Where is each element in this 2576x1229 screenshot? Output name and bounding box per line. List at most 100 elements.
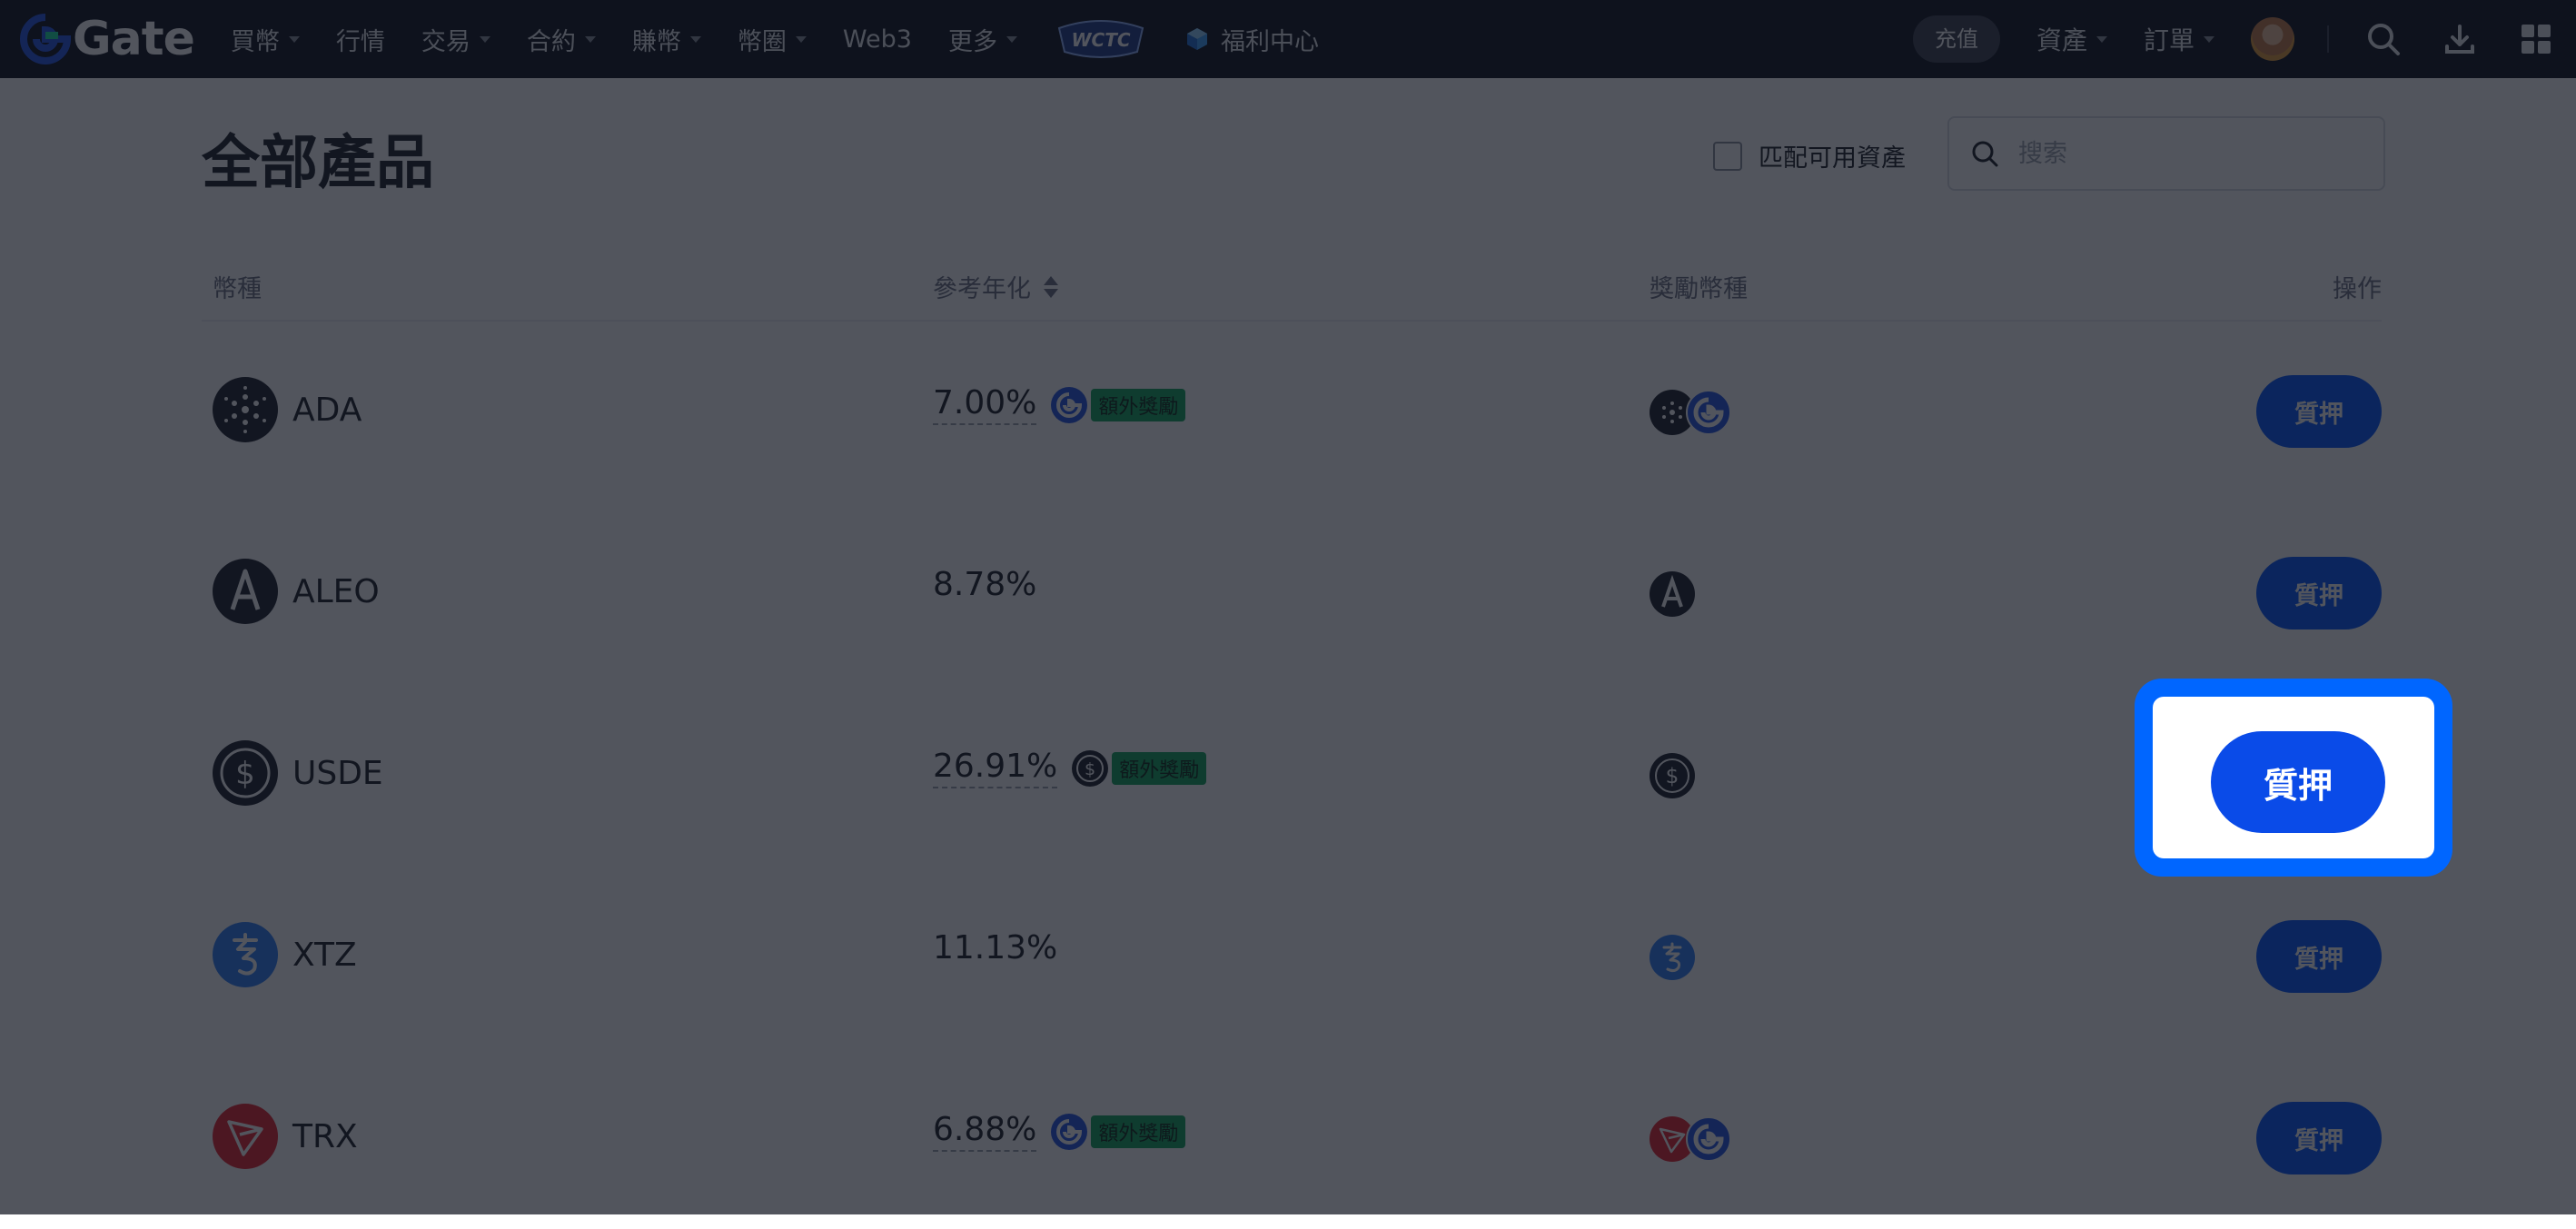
nav-label: 幣圈 (737, 27, 787, 56)
grid-menu-icon[interactable] (2518, 21, 2554, 57)
nav-assets[interactable]: 資產 (2036, 21, 2107, 57)
wctc-text: WCTC (1071, 29, 1130, 51)
header-action: 操作 (2333, 275, 2382, 303)
apy-cell: 6.88% 額外獎勵 (933, 1111, 1186, 1152)
nav-earn[interactable]: 賺幣 (632, 22, 701, 57)
caret-down-icon (795, 35, 807, 43)
table-row: ADA 7.00% 額外獎勵 質押 (202, 321, 2382, 502)
highlight-frame: 質押 (2135, 679, 2452, 877)
apy-value: 8.78% (933, 566, 1037, 603)
header-apy[interactable]: 參考年化 (933, 269, 1058, 304)
coin-cell: TRX (213, 1104, 358, 1169)
stake-button[interactable]: 質押 (2256, 920, 2382, 993)
trx-icon (213, 1104, 278, 1169)
welfare-label: 福利中心 (1220, 27, 1319, 56)
header-reward: 獎勵幣種 (1650, 275, 1748, 303)
avatar[interactable] (2251, 17, 2294, 61)
nav-futures[interactable]: 合約 (527, 22, 596, 57)
coin-name: XTZ (292, 936, 357, 974)
nav-web3[interactable]: Web3 (843, 25, 912, 54)
gate-logo-icon (20, 14, 71, 64)
coin-cell: $ USDE (213, 740, 383, 806)
reward-cell (1650, 571, 1695, 617)
nav-more[interactable]: 更多 (948, 22, 1017, 57)
reward-cell (1650, 390, 1731, 435)
nav-buy-crypto[interactable]: 買幣 (231, 22, 300, 57)
apy-cell: 8.78% (933, 566, 1036, 603)
aleo-icon (213, 559, 278, 624)
deposit-button[interactable]: 充值 (1912, 15, 2000, 63)
apy-value[interactable]: 26.91% (933, 748, 1058, 788)
match-checkbox[interactable] (1713, 141, 1742, 171)
highlighted-stake-button[interactable]: 質押 (2211, 731, 2385, 833)
header-apy-label: 參考年化 (933, 275, 1031, 303)
download-icon[interactable] (2442, 21, 2478, 57)
right-nav: 充值 資產 訂單 (1912, 0, 2576, 78)
coin-cell: XTZ (213, 922, 357, 987)
svg-text:$: $ (235, 756, 255, 792)
svg-text:$: $ (1666, 765, 1679, 788)
nav-label: 賺幣 (631, 27, 681, 56)
nav-label: Web3 (842, 25, 912, 54)
stake-button[interactable]: 質押 (2256, 1102, 2382, 1174)
bonus-badge: 額外獎勵 (1091, 1115, 1186, 1148)
search-icon[interactable] (2365, 21, 2402, 57)
apy-value[interactable]: 7.00% (933, 384, 1037, 425)
top-navbar: Gate 買幣 行情 交易 合約 賺幣 幣圈 Web3 更多 WCTC 福利中心… (0, 0, 2576, 78)
coin-cell: ADA (213, 377, 362, 442)
search-icon (1972, 141, 1998, 167)
match-available-assets[interactable]: 匹配可用資產 (1713, 138, 1906, 173)
page-title: 全部產品 (202, 130, 434, 197)
apy-cell: 26.91% $ 額外獎勵 (933, 748, 1207, 788)
ada-icon (213, 377, 278, 442)
stake-button[interactable]: 質押 (2256, 375, 2382, 448)
usde-icon: $ (213, 740, 278, 806)
nav-trade[interactable]: 交易 (421, 22, 490, 57)
stake-button[interactable]: 質押 (2256, 557, 2382, 629)
bonus-badge: 額外獎勵 (1112, 751, 1207, 785)
usde-icon: $ (1650, 753, 1695, 798)
nav-orders[interactable]: 訂單 (2144, 21, 2214, 57)
apy-cell: 11.13% (933, 929, 1057, 966)
coin-name: TRX (292, 1117, 358, 1155)
nav-crypto-circle[interactable]: 幣圈 (738, 22, 807, 57)
gate-logo[interactable]: Gate (20, 0, 195, 78)
nav-welfare-center[interactable]: 福利中心 (1184, 22, 1319, 57)
gate-logo-text: Gate (73, 12, 195, 66)
search-input[interactable] (2016, 138, 2365, 169)
nav-label: 更多 (947, 27, 997, 56)
match-label: 匹配可用資產 (1759, 144, 1906, 173)
gate-icon (1051, 386, 1088, 423)
table-row: $ USDE 26.91% $ 額外獎勵 $ 質押 (202, 684, 2382, 866)
apy-value[interactable]: 6.88% (933, 1111, 1037, 1152)
caret-down-icon (288, 35, 300, 43)
wctc-logo[interactable]: WCTC (1054, 19, 1148, 59)
caret-down-icon (584, 35, 596, 43)
nav-markets[interactable]: 行情 (336, 22, 385, 57)
caret-down-icon (2095, 35, 2107, 43)
coin-name: ALEO (292, 572, 380, 610)
bonus-badge: 額外獎勵 (1091, 388, 1186, 421)
nav-label: 合約 (526, 27, 576, 56)
nav-label: 資產 (2036, 25, 2087, 55)
caret-down-icon (479, 35, 490, 43)
table-header: 幣種 參考年化 獎勵幣種 操作 (202, 260, 2382, 322)
table-row: TRX 6.88% 額外獎勵 質押 (202, 1047, 2382, 1229)
highlight-inner: 質押 (2153, 697, 2434, 858)
xtz-icon (1650, 935, 1695, 980)
nav-label: 訂單 (2143, 25, 2195, 55)
sort-icon[interactable] (1044, 275, 1058, 298)
coin-cell: ALEO (213, 559, 380, 624)
reward-cell (1650, 935, 1695, 980)
coin-name: ADA (292, 391, 362, 429)
header-coin: 幣種 (213, 275, 262, 303)
reward-cell (1650, 1116, 1731, 1162)
nav-label: 交易 (421, 27, 471, 56)
xtz-icon (213, 922, 278, 987)
search-box[interactable] (1947, 116, 2385, 191)
gate-icon (1051, 1113, 1088, 1150)
nav-label: 行情 (335, 27, 385, 56)
cube-icon (1186, 28, 1207, 50)
caret-down-icon (689, 35, 701, 43)
gate-icon (1686, 1116, 1731, 1162)
